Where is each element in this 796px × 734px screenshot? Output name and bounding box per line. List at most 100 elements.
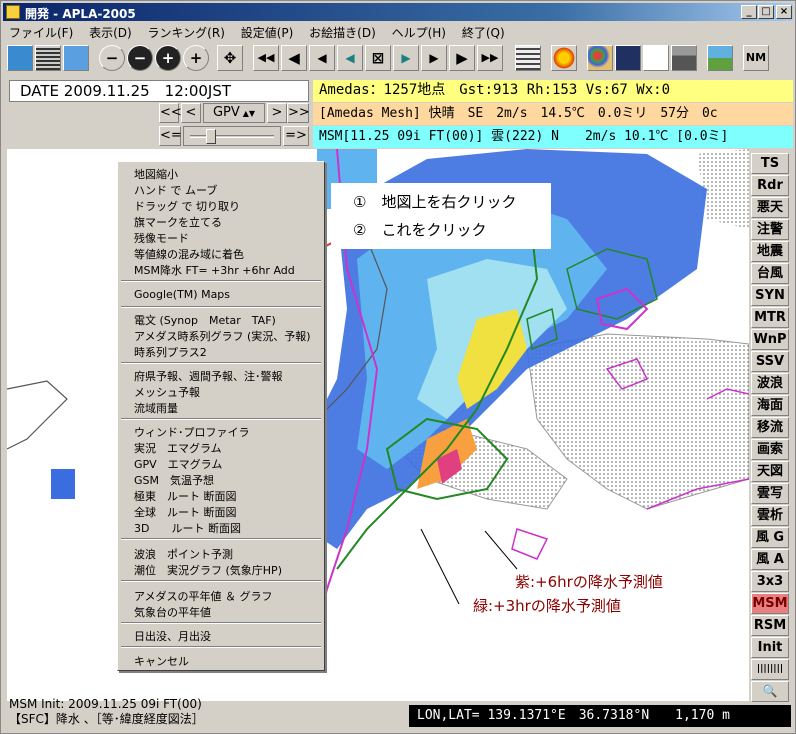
side-sea-surface-button[interactable]: 海面 <box>751 395 789 416</box>
side-earthquake-button[interactable]: 地震 <box>751 241 789 262</box>
black-pointer-1 <box>420 528 460 605</box>
picture-icon[interactable] <box>707 45 733 71</box>
side-syn-button[interactable]: SYN <box>751 285 789 306</box>
ctx-amedas-normal[interactable]: アメダスの平年値 ＆ グラフ <box>134 588 272 604</box>
list-icon[interactable] <box>515 45 541 71</box>
minimize-button[interactable]: _ <box>741 5 757 19</box>
ctx-msm-precip-add[interactable]: MSM降水 FT= +3hr +6hr Add <box>134 262 295 278</box>
blank-page-icon[interactable] <box>643 45 669 71</box>
nm-icon[interactable]: NM <box>743 45 769 71</box>
next-icon[interactable]: ▶ <box>421 45 447 71</box>
prev-small-icon[interactable]: ◀ <box>337 45 363 71</box>
side-barcode-button[interactable]: |||||||| <box>751 659 789 680</box>
ctx-amedas-graph[interactable]: アメダス時系列グラフ (実況、予報) <box>134 328 311 344</box>
side-mtr-button[interactable]: MTR <box>751 307 789 328</box>
menu-view[interactable]: 表示(D) <box>83 22 138 41</box>
annotation-step2: ② これをクリック <box>353 221 487 239</box>
side-weather-chart-button[interactable]: 天図 <box>751 461 789 482</box>
zoom-out-icon[interactable]: − <box>99 45 125 71</box>
ctx-gsm-temp[interactable]: GSM 気温予想 <box>134 472 214 488</box>
next-small-icon[interactable]: ▶ <box>393 45 419 71</box>
first-frame-icon[interactable]: ◀◀ <box>253 45 279 71</box>
ctx-wind-profiler[interactable]: ウィンド･プロファイラ <box>134 424 250 440</box>
side-advection-button[interactable]: 移流 <box>751 417 789 438</box>
menu-draw[interactable]: お絵描き(D) <box>303 22 382 41</box>
maximize-button[interactable]: □ <box>758 5 774 19</box>
sun-icon[interactable] <box>551 45 577 71</box>
side-init-button[interactable]: Init <box>751 637 789 658</box>
menu-help[interactable]: ヘルプ(H) <box>386 22 452 41</box>
side-typhoon-button[interactable]: 台風 <box>751 263 789 284</box>
stop-icon[interactable]: ⊠ <box>365 45 391 71</box>
ctx-pref-forecast[interactable]: 府県予報、週間予報、注･警報 <box>134 368 283 384</box>
zoom-in-icon[interactable]: + <box>183 45 209 71</box>
spin-icon[interactable]: ▲▼ <box>243 109 255 118</box>
menu-quit[interactable]: 終了(Q) <box>456 22 511 41</box>
print-icon[interactable] <box>671 45 697 71</box>
magnifier-icon[interactable]: 🔍 <box>751 681 789 702</box>
side-cloud-analysis-button[interactable]: 雲析 <box>751 505 789 526</box>
center-icon[interactable]: ✥ <box>217 45 243 71</box>
ctx-google-maps[interactable]: Google(TM) Maps <box>134 288 230 301</box>
side-wave-button[interactable]: 波浪 <box>751 373 789 394</box>
ctx-emagram-obs[interactable]: 実況 エマグラム <box>134 440 222 456</box>
prev-big-icon[interactable]: ◀ <box>281 45 307 71</box>
ctx-drag-crop[interactable]: ドラッグ で 切り取り <box>134 198 240 214</box>
side-ts-button[interactable]: TS <box>751 153 789 174</box>
ctx-tide-graph[interactable]: 潮位 実況グラフ (気象庁HP) <box>134 562 282 578</box>
minus-circle-icon[interactable]: − <box>127 45 153 71</box>
side-bad-weather-button[interactable]: 悪天 <box>751 197 789 218</box>
prev-icon[interactable]: ◀ <box>309 45 335 71</box>
ctx-cancel[interactable]: キャンセル <box>134 653 189 669</box>
ctx-zoom-out[interactable]: 地図縮小 <box>134 166 178 182</box>
gpv-next-button[interactable]: > <box>267 103 287 123</box>
save-icon[interactable] <box>615 45 641 71</box>
ctx-afterimage[interactable]: 残像モード <box>134 230 189 246</box>
ctx-contour-color[interactable]: 等値線の混み域に着色 <box>134 246 244 262</box>
close-button[interactable]: × <box>776 5 792 19</box>
gpv-last-button[interactable]: >> <box>287 103 310 123</box>
side-msm-button[interactable]: MSM <box>751 593 789 614</box>
ctx-hand-move[interactable]: ハンド で ムーブ <box>134 182 217 198</box>
menu-bar: ファイル(F) 表示(D) ランキング(R) 設定値(P) お絵描き(D) ヘル… <box>3 22 793 40</box>
ctx-telegram[interactable]: 電文 (Synop Metar TAF) <box>134 312 276 328</box>
next-big-icon[interactable]: ▶ <box>449 45 475 71</box>
time-slider[interactable] <box>183 126 281 146</box>
menu-file[interactable]: ファイル(F) <box>3 22 79 41</box>
plus-circle-icon[interactable]: + <box>155 45 181 71</box>
side-rdr-button[interactable]: Rdr <box>751 175 789 196</box>
slider-left-button[interactable]: <= <box>159 126 182 146</box>
ctx-mesh-forecast[interactable]: メッシュ予報 <box>134 384 200 400</box>
side-3x3-button[interactable]: 3x3 <box>751 571 789 592</box>
ctx-wave-point[interactable]: 波浪 ポイント予測 <box>134 546 233 562</box>
ctx-flag-mark[interactable]: 旗マークを立てる <box>134 214 222 230</box>
ctx-fareast-section[interactable]: 極東 ルート 断面図 <box>134 488 237 504</box>
side-wind-g-button[interactable]: 風 G <box>751 527 789 548</box>
side-cloud-image-button[interactable]: 雲写 <box>751 483 789 504</box>
slider-right-button[interactable]: => <box>283 126 309 146</box>
side-wnp-button[interactable]: WnP <box>751 329 789 350</box>
globe-icon[interactable] <box>7 45 33 71</box>
menu-ranking[interactable]: ランキング(R) <box>142 22 231 41</box>
last-frame-icon[interactable]: ▶▶ <box>477 45 503 71</box>
side-ssv-button[interactable]: SSV <box>751 351 789 372</box>
ctx-timeseries-plus2[interactable]: 時系列プラス2 <box>134 344 207 360</box>
ctx-sun-moon[interactable]: 日出没、月出没 <box>134 628 211 644</box>
side-warning-button[interactable]: 注警 <box>751 219 789 240</box>
grid-icon[interactable] <box>35 45 61 71</box>
side-rsm-button[interactable]: RSM <box>751 615 789 636</box>
globe-search-icon[interactable] <box>63 45 89 71</box>
palette-icon[interactable] <box>587 45 613 71</box>
gpv-prev-button[interactable]: < <box>181 103 201 123</box>
ctx-global-section[interactable]: 全球 ルート 断面図 <box>134 504 237 520</box>
gpv-model-label[interactable]: GPV ▲▼ <box>203 103 265 123</box>
ctx-emagram-gpv[interactable]: GPV エマグラム <box>134 456 222 472</box>
menu-settings[interactable]: 設定値(P) <box>235 22 300 41</box>
side-wind-a-button[interactable]: 風 A <box>751 549 789 570</box>
gpv-first-button[interactable]: << <box>159 103 182 123</box>
slider-thumb[interactable] <box>206 129 216 144</box>
ctx-basin-rain[interactable]: 流域雨量 <box>134 400 178 416</box>
ctx-3d-section[interactable]: 3D ルート 断面図 <box>134 520 241 536</box>
side-image-search-button[interactable]: 画索 <box>751 439 789 460</box>
ctx-station-normal[interactable]: 気象台の平年値 <box>134 604 211 620</box>
